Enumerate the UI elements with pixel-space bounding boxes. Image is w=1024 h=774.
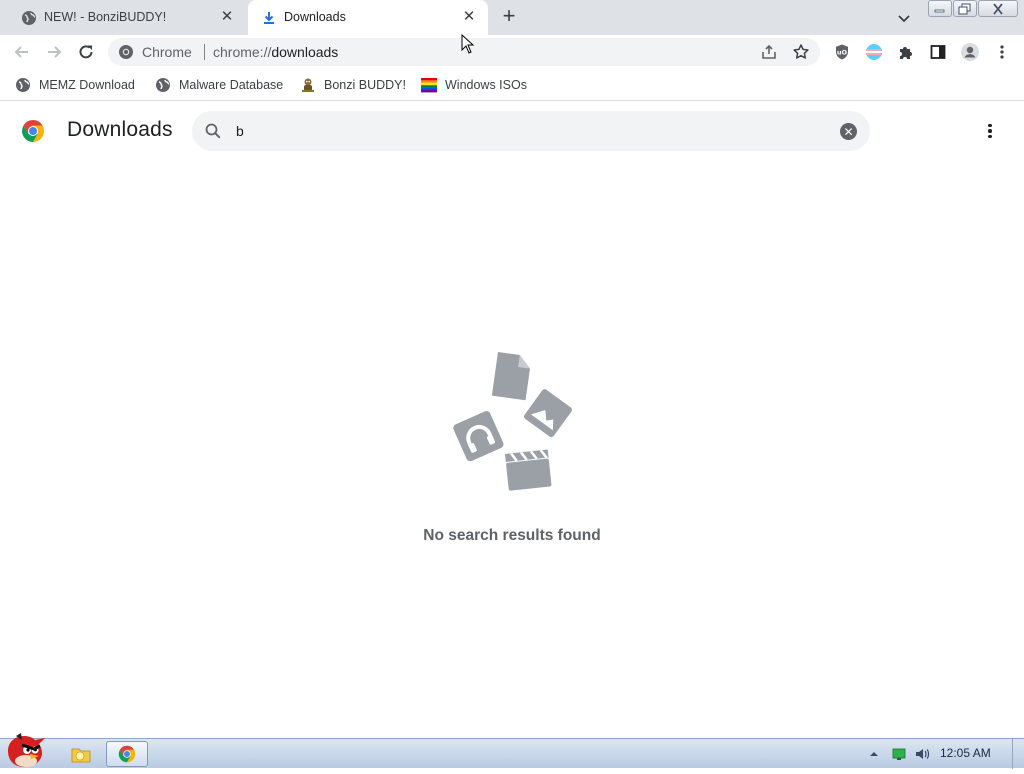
chrome-menu-icon[interactable] [990,40,1014,64]
extensions-puzzle-icon[interactable] [894,40,918,64]
chrome-logo-icon [21,119,45,143]
empty-files-illustration-icon [450,348,574,496]
taskbar-explorer-icon[interactable] [64,741,98,767]
restore-button[interactable] [953,0,977,17]
start-button-angry-bird-icon[interactable] [2,731,50,769]
url-host: downloads [271,44,339,60]
bookmark-malware-database[interactable]: Malware Database [155,76,283,94]
svg-text:uO: uO [837,49,848,57]
network-icon[interactable] [892,739,906,769]
tab-downloads[interactable]: Downloads ✕ [248,0,488,35]
omnibox-divider [204,44,205,60]
tab-bonzibuddy[interactable]: NEW! - BonziBUDDY! ✕ [8,0,246,35]
taskbar-clock[interactable]: 12:05 AM [940,746,991,760]
show-desktop-button[interactable] [1012,739,1024,769]
show-hidden-icons-icon[interactable] [868,739,880,769]
close-window-button[interactable] [978,0,1018,17]
no-results-message: No search results found [423,527,601,544]
bookmark-label: Bonzi BUDDY! [324,78,406,92]
site-chip[interactable]: Chrome [142,44,192,60]
globe-icon [21,10,37,26]
chevron-down-icon[interactable] [894,8,914,28]
toolbar: Chrome chrome://downloads uO [0,35,1024,69]
url-text[interactable]: chrome://downloads [213,44,338,60]
bookmarks-bar: MEMZ Download Malware Database Bonzi BUD… [0,69,1024,101]
tab-title: Downloads [284,10,346,24]
tab-strip: NEW! - BonziBUDDY! ✕ Downloads ✕ + [0,0,1024,35]
close-icon[interactable]: ✕ [460,8,478,26]
close-icon[interactable]: ✕ [218,8,236,26]
downloads-page: Downloads ✕ [0,102,1024,738]
globe-icon [155,77,171,93]
rainbow-flag-icon [421,77,437,93]
search-icon [204,122,222,140]
bookmark-windows-isos[interactable]: Windows ISOs [421,76,527,94]
profile-avatar-icon[interactable] [958,40,982,64]
mouse-cursor-icon [461,33,475,54]
chrome-icon [118,44,134,60]
globe-icon [15,77,31,93]
taskbar-chrome-button[interactable] [106,741,148,767]
page-title: Downloads [67,118,173,141]
forward-icon[interactable] [42,40,66,64]
browser-window: NEW! - BonziBUDDY! ✕ Downloads ✕ + Chrom… [0,0,1024,769]
extension-flag-icon[interactable] [862,40,886,64]
clear-search-icon[interactable]: ✕ [840,123,857,140]
side-panel-icon[interactable] [926,40,950,64]
share-icon[interactable] [760,43,778,61]
bookmark-memz-download[interactable]: MEMZ Download [15,76,135,94]
bookmark-label: MEMZ Download [39,78,135,92]
downloads-search-box[interactable]: ✕ [192,111,870,151]
new-tab-button[interactable]: + [497,5,521,29]
bookmark-bonzi-buddy[interactable]: Bonzi BUDDY! [300,76,406,94]
more-actions-icon[interactable] [980,121,1000,141]
back-icon[interactable] [10,40,34,64]
url-scheme: chrome:// [213,44,272,60]
ublock-icon[interactable]: uO [830,40,854,64]
download-icon [261,10,277,26]
chrome-icon [118,745,136,763]
bookmark-star-icon[interactable] [792,43,810,61]
bonzi-icon [300,77,316,93]
minimize-button[interactable] [928,0,952,17]
reload-icon[interactable] [74,40,98,64]
bookmark-label: Malware Database [179,78,284,92]
search-input[interactable] [236,121,816,141]
volume-icon[interactable] [914,739,930,769]
taskbar: 12:05 AM [0,733,1024,769]
tab-title: NEW! - BonziBUDDY! [44,10,167,24]
bookmark-label: Windows ISOs [445,78,527,92]
